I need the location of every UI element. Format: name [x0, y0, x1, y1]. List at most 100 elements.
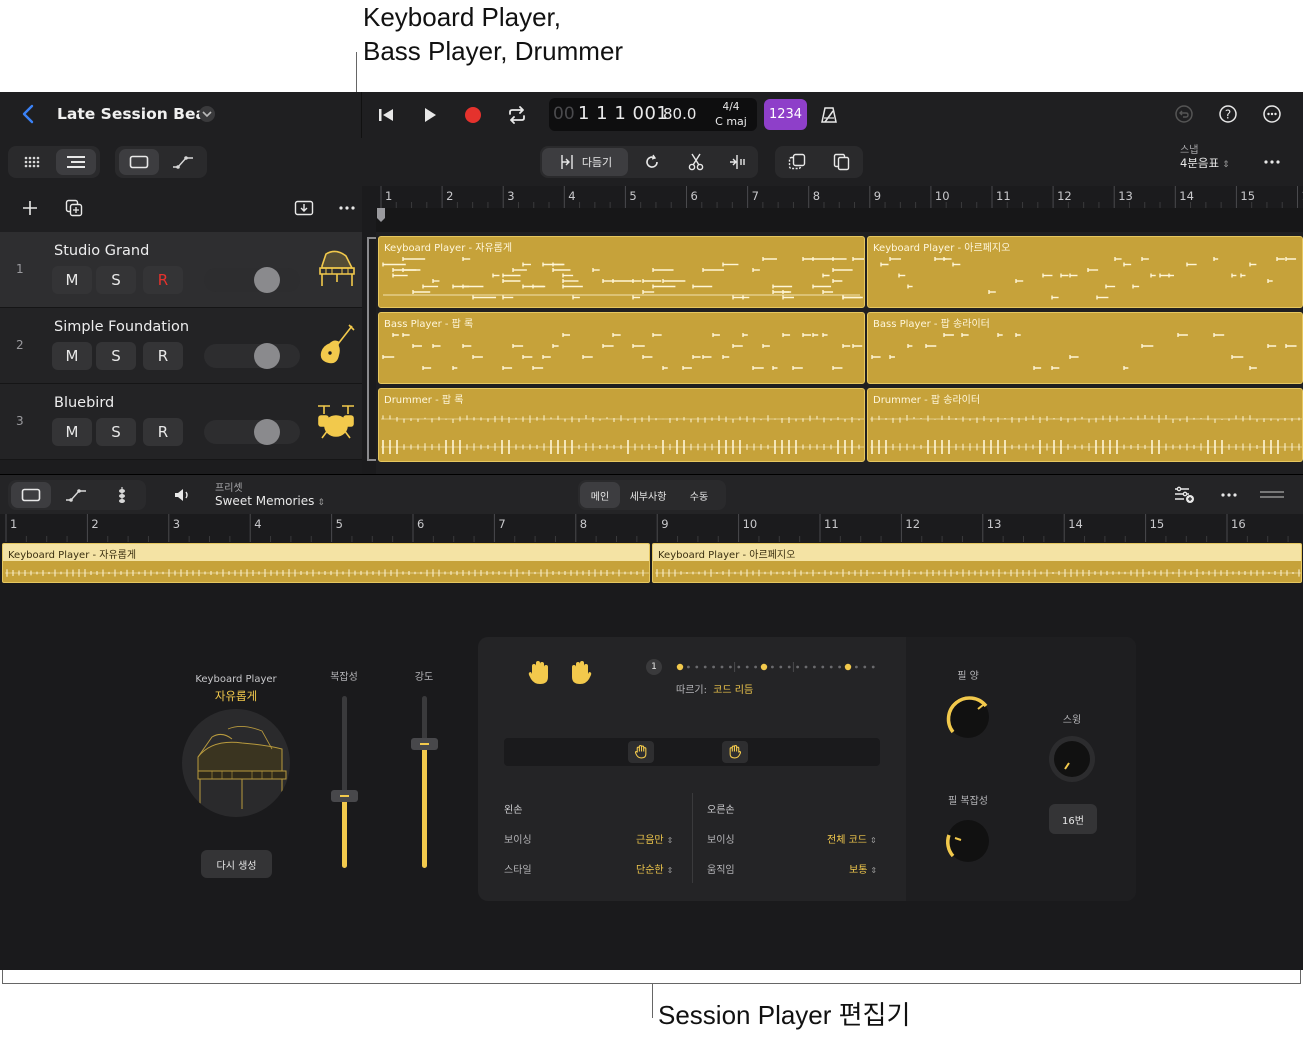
count-in-button[interactable]: 1234 [764, 99, 807, 130]
mute-button[interactable]: M [52, 266, 92, 294]
pattern-step[interactable] [760, 663, 768, 671]
right-hand-split-icon[interactable] [722, 741, 748, 763]
metronome-icon[interactable] [816, 102, 842, 128]
preset-selector[interactable]: Sweet Memories ⇕ [215, 494, 325, 508]
region-keys-a[interactable]: Keyboard Player - 자유롭게 [378, 236, 865, 308]
pattern-step[interactable] [712, 665, 715, 669]
join-tool-icon[interactable] [718, 148, 756, 176]
drag-handle-top[interactable] [1260, 491, 1284, 493]
hand-split-bar[interactable] [504, 738, 880, 766]
record-enable-button[interactable]: R [143, 266, 183, 294]
drag-handle-bottom[interactable] [1260, 496, 1284, 498]
solo-button[interactable]: S [96, 266, 136, 294]
scissors-icon[interactable] [676, 148, 716, 176]
more-options-icon[interactable] [1260, 102, 1284, 126]
track-header-2[interactable]: 2 Simple Foundation M S R [0, 308, 362, 384]
region-drum-b[interactable]: Drummer - 팝 송라이터 [867, 388, 1303, 462]
tab-details[interactable]: 세부사항 [622, 482, 674, 508]
intensity-slider[interactable] [411, 696, 438, 868]
left-voicing-selector[interactable]: 근음만 ⇕ [636, 831, 673, 846]
play-icon[interactable] [417, 102, 443, 128]
pattern-step[interactable] [703, 665, 707, 669]
lcd-display[interactable]: 00 1 1 1 001 80.0 4/4 C maj [549, 98, 757, 131]
ruler[interactable]: 1234567891011121314151 [376, 186, 1303, 232]
tab-manual[interactable]: 수동 [676, 482, 722, 508]
pattern-step[interactable] [687, 665, 690, 669]
intensity-thumb[interactable] [411, 738, 438, 751]
track-name[interactable]: Bluebird [54, 395, 114, 411]
track-name[interactable]: Studio Grand [54, 243, 149, 259]
regenerate-button[interactable]: 다시 생성 [201, 850, 272, 878]
toolbar-more-icon[interactable] [1260, 150, 1284, 174]
editor-settings-icon[interactable] [1172, 483, 1198, 507]
pattern-step[interactable] [720, 665, 724, 669]
pattern-step[interactable] [871, 665, 875, 669]
pattern-step[interactable] [676, 663, 684, 671]
pattern-step[interactable] [771, 665, 774, 669]
tracks-view-icon[interactable] [56, 149, 96, 175]
right-voicing-selector[interactable]: 전체 코드 ⇕ [827, 831, 877, 846]
pattern-step[interactable] [804, 665, 808, 669]
pattern-step[interactable] [779, 665, 783, 669]
follow-pattern-dots[interactable] [674, 661, 884, 673]
import-icon[interactable] [292, 196, 316, 220]
swing-knob[interactable] [1042, 729, 1102, 789]
editor-region-mode-icon[interactable] [11, 482, 51, 508]
volume-slider[interactable] [204, 267, 300, 293]
record-enable-button[interactable]: R [143, 418, 183, 446]
track-more-icon[interactable] [336, 196, 358, 220]
pattern-step[interactable] [813, 665, 816, 669]
tab-main[interactable]: 메인 [580, 482, 620, 508]
project-title[interactable]: Late Session Beat [57, 105, 213, 123]
volume-slider[interactable] [204, 419, 300, 445]
help-icon[interactable]: ? [1216, 102, 1240, 126]
editor-more-icon[interactable] [1217, 483, 1241, 507]
region-keys-b[interactable]: Keyboard Player - 아르페지오 [867, 236, 1303, 308]
paste-icon[interactable] [821, 148, 861, 176]
left-style-selector[interactable]: 단순한 ⇕ [636, 861, 673, 876]
fill-complexity-knob[interactable] [938, 811, 998, 871]
editor-region-b[interactable]: Keyboard Player - 아르페지오 [652, 543, 1302, 583]
swing-value-button[interactable]: 16번 [1049, 804, 1097, 834]
trim-tool-button[interactable]: 다듬기 [542, 148, 628, 176]
right-hand-icon[interactable] [568, 659, 594, 687]
pattern-step[interactable] [745, 665, 749, 669]
pattern-step[interactable] [855, 665, 858, 669]
solo-button[interactable]: S [96, 342, 136, 370]
complexity-thumb[interactable] [331, 789, 358, 802]
volume-knob[interactable] [254, 343, 280, 369]
cycle-icon[interactable] [504, 102, 530, 128]
left-hand-split-icon[interactable] [628, 741, 654, 763]
region-drum-a[interactable]: Drummer - 팝 록 [378, 388, 865, 462]
pattern-step[interactable] [695, 665, 699, 669]
fill-amount-knob[interactable] [938, 687, 998, 747]
player-avatar[interactable] [182, 709, 290, 817]
region-mode-icon[interactable] [119, 149, 159, 175]
record-icon[interactable] [460, 102, 486, 128]
editor-automation-icon[interactable] [56, 482, 96, 508]
pattern-step[interactable] [737, 665, 741, 669]
volume-slider[interactable] [204, 343, 300, 369]
right-movement-selector[interactable]: 보통 ⇕ [849, 861, 877, 876]
editor-region-a[interactable]: Keyboard Player - 자유롭게 [2, 543, 650, 583]
undo-icon[interactable] [1172, 102, 1196, 126]
volume-knob[interactable] [254, 267, 280, 293]
grid-view-icon[interactable] [12, 149, 52, 175]
track-name[interactable]: Simple Foundation [54, 319, 189, 335]
record-enable-button[interactable]: R [143, 342, 183, 370]
pattern-step[interactable] [729, 665, 732, 669]
left-hand-icon[interactable] [526, 659, 552, 687]
pattern-step[interactable] [787, 665, 791, 669]
track-header-3[interactable]: 3 Bluebird M S R [0, 384, 362, 460]
complexity-slider[interactable] [331, 696, 358, 868]
automation-mode-icon[interactable] [163, 149, 203, 175]
pattern-step[interactable] [754, 665, 757, 669]
pattern-step[interactable] [796, 665, 799, 669]
editor-ruler[interactable]: 1 2 3 4 5 6 7 8 9 10 11 12 13 14 15 16 [0, 514, 1303, 542]
editor-score-icon[interactable] [102, 482, 142, 508]
loop-tool-icon[interactable] [632, 148, 672, 176]
add-track-icon[interactable] [18, 196, 42, 220]
mute-button[interactable]: M [52, 342, 92, 370]
follow-setting[interactable]: 따르기: 코드 리듬 [676, 681, 753, 696]
back-chevron-icon[interactable] [16, 102, 40, 126]
